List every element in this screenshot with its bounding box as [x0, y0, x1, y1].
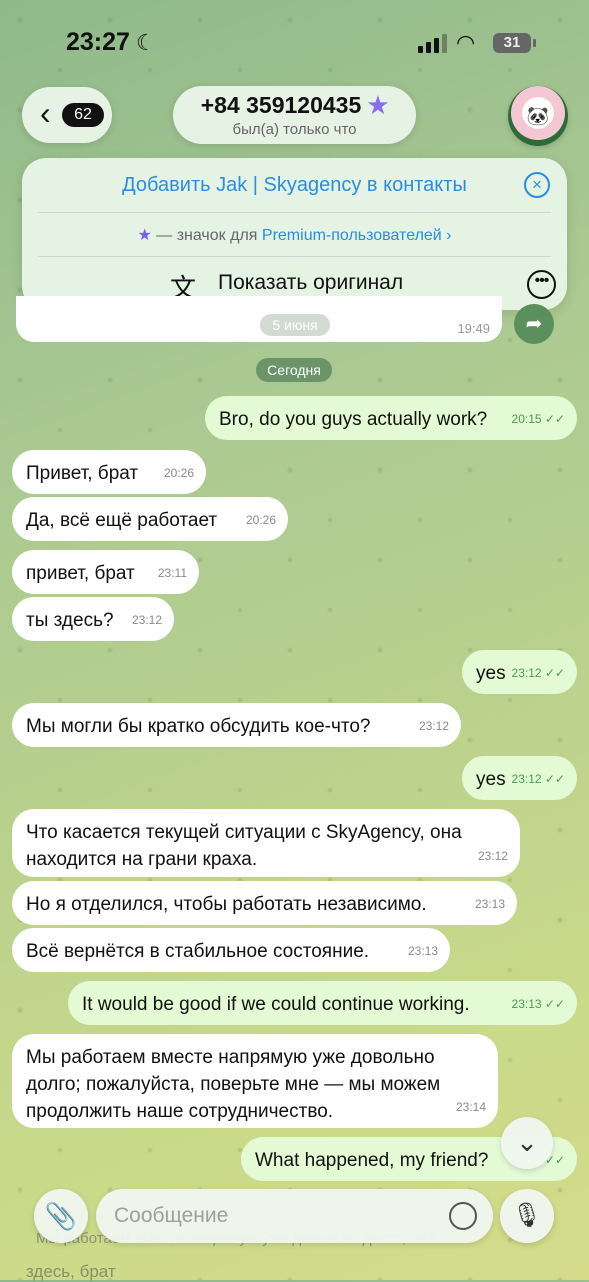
sticker-icon[interactable] — [449, 1202, 477, 1230]
message-bubble[interactable]: Bro, do you guys actually work? 20:15 ✓✓ — [205, 396, 577, 440]
message-time: 23:12 — [418, 719, 449, 733]
chat-title[interactable]: +84 359120435 ★ был(а) только что — [173, 86, 416, 144]
message-time: 23:12 ✓✓ — [511, 666, 565, 680]
message-time: 23:12 — [131, 613, 162, 627]
date-chip: 5 июня — [260, 314, 330, 336]
message-text: It would be good if we could continue wo… — [82, 994, 470, 1015]
message-input[interactable]: Сообщение — [96, 1189, 493, 1243]
message-text: Мы могли бы кратко обсудить кое-что? — [26, 716, 371, 737]
message-text: Да, всё ещё работает — [26, 510, 218, 531]
message-time: 23:11 — [157, 566, 187, 580]
message-bubble[interactable]: привет, брат 23:11 — [12, 550, 199, 594]
message-time: 23:13 ✓✓ — [511, 997, 565, 1011]
message-bubble[interactable]: Мы могли бы кратко обсудить кое-что? 23:… — [12, 703, 461, 747]
message-bubble[interactable]: Привет, брат 20:26 — [12, 450, 206, 494]
unread-count-badge: 62 — [62, 103, 104, 127]
message-time: 23:13 — [407, 944, 438, 958]
premium-star-icon: ★ — [137, 227, 152, 244]
back-button[interactable]: ‹ 62 — [22, 87, 112, 143]
panda-avatar-icon: 🐼 — [526, 106, 550, 126]
message-text: ты здесь? — [26, 610, 114, 631]
message-text: What happened, my friend? — [255, 1150, 489, 1171]
message-bubble[interactable]: Что касается текущей ситуации с SkyAgenc… — [12, 809, 520, 877]
chat-name: +84 359120435 ★ — [200, 92, 389, 118]
message-bubble[interactable]: Да, всё ещё работает 20:26 — [12, 497, 288, 541]
show-original-button[interactable]: Показать оригинал — [218, 271, 403, 295]
message-bubble[interactable]: It would be good if we could continue wo… — [68, 981, 577, 1025]
moon-icon: ☾ — [136, 30, 156, 55]
microphone-icon[interactable]: 🎙 — [500, 1189, 554, 1243]
message-text: Bro, do you guys actually work? — [219, 409, 488, 430]
chevron-left-icon: ‹ — [40, 95, 51, 131]
message-text: привет, брат — [26, 563, 135, 584]
battery-indicator: 31 — [493, 33, 536, 53]
previous-message[interactable]: 19:49 — [16, 296, 502, 342]
status-bar: 23:27 ☾ ◠ 31 — [0, 0, 589, 80]
message-text: Но я отделился, чтобы работать независим… — [26, 894, 427, 915]
message-time: 23:12 ✓✓ — [511, 772, 565, 786]
message-time: 20:26 — [245, 513, 276, 527]
message-bubble[interactable]: ты здесь? 23:12 — [12, 597, 174, 641]
status-time: 23:27 — [66, 28, 130, 56]
paperclip-icon[interactable]: 📎 — [34, 1189, 88, 1243]
message-bubble[interactable]: yes 23:12 ✓✓ — [462, 650, 577, 694]
divider — [38, 256, 551, 257]
message-placeholder: Сообщение — [114, 1204, 229, 1227]
message-text: Что касается текущей ситуации с SkyAgenc… — [26, 822, 462, 870]
forward-icon[interactable]: ➦ — [514, 304, 554, 344]
message-text: Всё вернётся в стабильное состояние. — [26, 941, 370, 962]
signal-icon — [418, 34, 447, 53]
today-label: Сегодня — [256, 358, 332, 382]
add-contact-link[interactable]: Добавить Jak | Skyagency в контакты — [22, 174, 567, 197]
message-bubble[interactable]: yes 23:12 ✓✓ — [462, 756, 577, 800]
more-icon[interactable]: ••• — [527, 270, 556, 299]
message-time: 20:26 — [163, 466, 194, 480]
chevron-down-icon[interactable]: ⌄ — [501, 1117, 553, 1169]
premium-prefix: — значок для — [156, 227, 258, 244]
premium-note[interactable]: ★ — значок для Premium-пользователей › — [22, 225, 567, 245]
divider — [38, 212, 551, 213]
message-text: yes — [476, 663, 506, 684]
premium-star-icon: ★ — [367, 92, 389, 118]
contact-banner: Добавить Jak | Skyagency в контакты × ★ … — [22, 158, 567, 310]
premium-link[interactable]: Premium-пользователей — [262, 227, 442, 244]
wifi-icon: ◠ — [456, 30, 476, 55]
message-time: 20:15 ✓✓ — [511, 412, 565, 426]
message-time: 23:12 — [477, 849, 508, 863]
message-bubble[interactable]: Всё вернётся в стабильное состояние. 23:… — [12, 928, 450, 972]
message-text: yes — [476, 769, 506, 790]
message-text: Мы работаем вместе напрямую уже довольно… — [26, 1047, 441, 1122]
close-circle-icon[interactable]: × — [524, 172, 550, 198]
last-seen-status: был(а) только что — [232, 121, 357, 138]
message-bubble[interactable]: Мы работаем вместе напрямую уже довольно… — [12, 1034, 498, 1128]
message-bubble[interactable]: Но я отделился, чтобы работать независим… — [12, 881, 517, 925]
message-time: 19:49 — [457, 321, 490, 336]
message-time: 23:14 — [455, 1100, 486, 1114]
avatar[interactable]: 🐼 — [508, 86, 568, 146]
message-text: Привет, брат — [26, 463, 139, 484]
background-text: здесь, брат — [26, 1262, 116, 1281]
message-time: 23:13 — [474, 897, 505, 911]
